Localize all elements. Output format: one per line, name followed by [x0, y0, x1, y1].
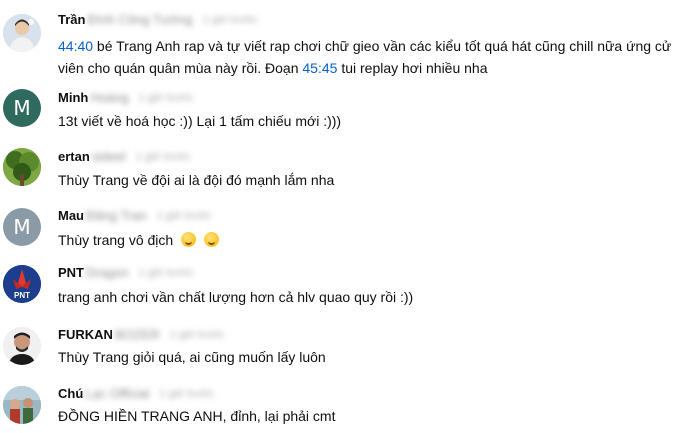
comment-text: Thùy Trang giỏi quá, ai cũng muốn lấy lu… [58, 349, 326, 365]
comment-time-blurred[interactable]: 1 giờ trước [170, 329, 225, 341]
author-name-blurred: BOZER [114, 327, 160, 342]
pnt-logo-icon: PNT [3, 265, 41, 303]
avatar[interactable] [3, 327, 41, 365]
comment-author[interactable]: Chú [58, 386, 83, 401]
timestamp-link[interactable]: 45:45 [302, 60, 337, 76]
avatar[interactable]: M [3, 208, 41, 246]
avatar[interactable] [3, 386, 41, 424]
comment-text: 13t viết về hoá học :)) Lại 1 tấm chiếu … [58, 113, 342, 129]
comment-author[interactable]: FURKAN [58, 327, 113, 342]
comment-text: ĐỒNG HIỀN TRANG ANH, đỉnh, lại phải cmt [58, 408, 336, 424]
comment-text-segment: tui replay hơi nhiều nha [337, 60, 488, 76]
avatar[interactable] [3, 148, 41, 186]
hugging-face-icon [204, 232, 220, 247]
author-name-blurred: Dragon [86, 265, 129, 280]
svg-text:PNT: PNT [14, 291, 30, 300]
user-photo-icon [3, 14, 41, 52]
comment-text: Thùy trang vô địch [58, 229, 694, 251]
avatar-letter: M [13, 215, 31, 239]
author-name-blurred: Lạc Official [85, 386, 150, 401]
comment-time-blurred[interactable]: 1 giờ trước [203, 14, 258, 26]
comment-time-blurred[interactable]: 1 giờ trước [136, 151, 191, 163]
author-name-blurred: Đăng Tran [86, 208, 147, 223]
tree-photo-icon [3, 148, 41, 186]
comment-text: trang anh chơi vần chất lượng hơn cả hlv… [58, 289, 414, 305]
author-name-blurred: Hoàng [90, 90, 129, 105]
avatar[interactable]: M [3, 89, 41, 127]
group-photo-icon [3, 386, 41, 424]
avatar[interactable]: PNT [3, 265, 41, 303]
comment-time-blurred[interactable]: 1 giờ trước [139, 92, 194, 104]
timestamp-link[interactable]: 44:40 [58, 38, 93, 54]
comment-time-blurred[interactable]: 1 giờ trước [139, 267, 194, 279]
comment-time-blurred[interactable]: 1 giờ trước [159, 388, 214, 400]
comment-text-segment: Thùy trang vô địch [58, 232, 174, 248]
avatar-letter: M [13, 96, 31, 120]
author-name-blurred: Đình Công Tường [87, 12, 193, 27]
author-name-blurred: sideel [91, 149, 126, 164]
comment-author[interactable]: ertan [58, 149, 90, 164]
man-photo-icon [3, 327, 41, 365]
avatar[interactable] [3, 14, 41, 52]
comment-author[interactable]: Trần [58, 12, 85, 27]
comment-author[interactable]: Minh [58, 90, 88, 105]
comment-author[interactable]: Mau [58, 208, 84, 223]
comment-author[interactable]: PNT [58, 265, 84, 280]
comment-time-blurred[interactable]: 1 giờ trước [157, 210, 212, 222]
hugging-face-icon [181, 232, 197, 247]
comment-text: 44:40 bé Trang Anh rap và tự viết rap ch… [58, 35, 694, 79]
comment-text: Thùy Trang về đội ai là đội đó mạnh lắm … [58, 172, 335, 188]
